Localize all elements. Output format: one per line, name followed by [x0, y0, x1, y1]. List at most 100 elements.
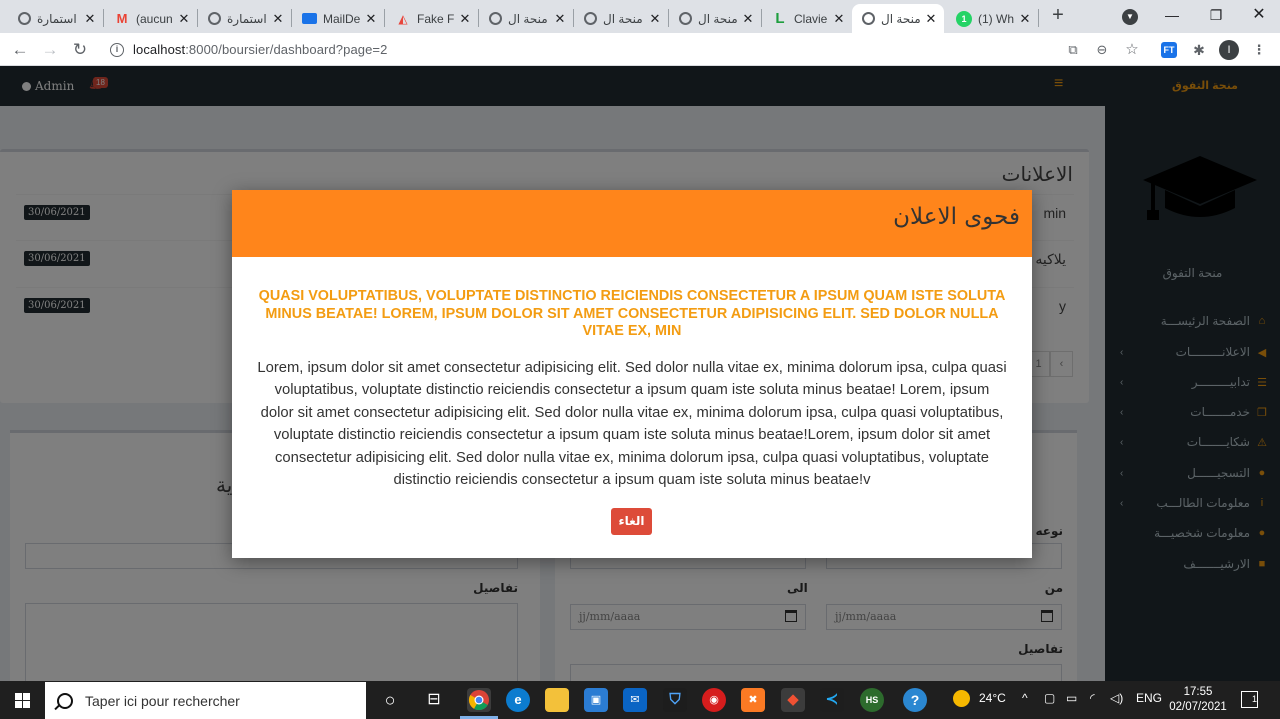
- hs-app-icon[interactable]: HS: [860, 688, 884, 712]
- browser-tab[interactable]: استمارة ✕: [8, 4, 103, 33]
- edge-icon[interactable]: e: [506, 688, 530, 712]
- tab-title: استمارة: [37, 11, 77, 26]
- defender-icon[interactable]: ⛉: [663, 688, 687, 712]
- maximize-button[interactable]: ❐: [1194, 3, 1238, 27]
- close-icon[interactable]: ✕: [832, 11, 846, 27]
- browser-tab[interactable]: منحة ال ✕: [479, 4, 573, 33]
- bookmark-star-icon[interactable]: ☆: [1123, 41, 1141, 59]
- browser-tab[interactable]: استمارة ✕: [198, 4, 291, 33]
- whatsapp-icon: 1: [956, 10, 972, 27]
- back-arrow-icon[interactable]: ←: [8, 38, 32, 62]
- globe-icon: [679, 12, 692, 25]
- close-icon[interactable]: ✕: [83, 11, 97, 27]
- tab-title: منحة ال: [881, 11, 920, 26]
- tab-title: (aucun: [136, 11, 173, 26]
- chrome-icon[interactable]: [467, 688, 491, 712]
- tab-title: منحة ال: [508, 11, 548, 26]
- browser-tab[interactable]: L Clavier ✕: [762, 4, 852, 33]
- weather-temperature[interactable]: 24°C: [979, 691, 1006, 705]
- xampp-icon[interactable]: ✖: [741, 688, 765, 712]
- taskbar: Taper ici pour rechercher ○ ⊟ e ▣ ✉ ⛉ ◉ …: [0, 681, 1280, 719]
- close-icon[interactable]: ✕: [924, 11, 938, 27]
- extensions-puzzle-icon[interactable]: ✱: [1190, 41, 1208, 59]
- announcement-modal: فحوى الاعلان QUASI VOLUPTATIBUS, VOLUPTA…: [232, 190, 1032, 558]
- browser-tab-bar: استمارة ✕ M (aucun ✕ استمارة ✕ MailDe ✕ …: [0, 0, 1280, 33]
- zoom-icon[interactable]: ⊖: [1093, 41, 1111, 59]
- battery-icon[interactable]: ▭: [1066, 691, 1077, 705]
- modal-subtitle: QUASI VOLUPTATIBUS, VOLUPTATE DISTINCTIO…: [258, 288, 1006, 339]
- tab-search-icon[interactable]: ▼: [1122, 9, 1138, 25]
- modal-body-text: Lorem, ipsum dolor sit amet consectetur …: [257, 360, 1007, 489]
- tab-title: استمارة: [227, 11, 267, 26]
- tab-title: منحة ال: [603, 11, 643, 26]
- close-icon[interactable]: ✕: [648, 11, 662, 27]
- cortana-icon[interactable]: ○: [378, 688, 402, 712]
- browser-tab[interactable]: منحة ال ✕: [574, 4, 668, 33]
- notification-center-icon[interactable]: 1: [1241, 691, 1258, 708]
- fake-filler-icon: ◭: [398, 11, 408, 26]
- git-icon[interactable]: ◆: [781, 688, 805, 712]
- search-placeholder: Taper ici pour rechercher: [85, 692, 240, 709]
- language-indicator[interactable]: ENG: [1136, 691, 1162, 705]
- close-window-button[interactable]: ✕: [1237, 3, 1280, 27]
- extension-icon[interactable]: FT: [1161, 42, 1177, 58]
- close-icon[interactable]: ✕: [271, 11, 285, 27]
- windows-start-icon[interactable]: [8, 689, 36, 711]
- menu-dots-icon[interactable]: ⋮: [1250, 41, 1268, 59]
- cancel-button[interactable]: الغاء: [611, 508, 652, 535]
- new-tab-button[interactable]: +: [1047, 5, 1069, 27]
- tab-title: Fake Fi: [417, 11, 454, 26]
- close-icon[interactable]: ✕: [553, 11, 567, 27]
- modal-title: فحوى الاعلان: [893, 204, 1020, 230]
- globe-icon: [18, 12, 31, 25]
- vscode-icon[interactable]: ≺: [820, 688, 844, 712]
- store-icon[interactable]: ▣: [584, 688, 608, 712]
- profile-avatar[interactable]: I: [1219, 40, 1239, 60]
- site-info-icon[interactable]: i: [110, 42, 124, 57]
- globe-icon: [584, 12, 597, 25]
- globe-icon: [862, 12, 875, 25]
- close-icon[interactable]: ✕: [741, 11, 755, 27]
- url-field[interactable]: i localhost:8000/boursier/dashboard?page…: [102, 36, 1149, 63]
- file-explorer-icon[interactable]: [545, 688, 569, 712]
- chevron-up-icon[interactable]: ^: [1022, 691, 1028, 705]
- forward-arrow-icon[interactable]: →: [38, 38, 62, 62]
- browser-tab-active[interactable]: منحة ال ✕: [852, 4, 944, 33]
- close-icon[interactable]: ✕: [177, 11, 191, 27]
- clock-time: 17:55: [1183, 686, 1213, 698]
- page-content: Admin 🔔︎ 18 ≡ منحة التفوق منحة التفوق ⌂ا…: [0, 66, 1280, 681]
- browser-tab[interactable]: ◭ Fake Fi ✕: [385, 4, 478, 33]
- clock[interactable]: 17:55 02/07/2021: [1168, 685, 1228, 715]
- l-icon: L: [775, 10, 785, 27]
- help-icon[interactable]: ?: [903, 688, 927, 712]
- gmail-icon: M: [116, 11, 128, 26]
- meet-now-icon[interactable]: ▢: [1044, 691, 1055, 705]
- tab-title: Clavier: [794, 11, 828, 26]
- taskbar-search-input[interactable]: Taper ici pour rechercher: [45, 682, 366, 719]
- close-icon[interactable]: ✕: [458, 11, 472, 27]
- browser-tab[interactable]: M (aucun ✕: [104, 4, 197, 33]
- browser-tab[interactable]: MailDe ✕: [292, 4, 384, 33]
- url-path: :8000/boursier/dashboard?page=2: [185, 42, 388, 57]
- mail-icon: [302, 13, 317, 24]
- wifi-icon[interactable]: ◜: [1090, 691, 1095, 705]
- minimize-button[interactable]: —: [1150, 3, 1194, 27]
- search-icon: [57, 692, 73, 709]
- mail-icon[interactable]: ✉: [623, 688, 647, 712]
- close-icon[interactable]: ✕: [1018, 11, 1032, 27]
- close-icon[interactable]: ✕: [364, 11, 378, 27]
- reload-icon[interactable]: ↻: [68, 38, 92, 62]
- modal-header: فحوى الاعلان: [232, 190, 1032, 257]
- clock-date: 02/07/2021: [1169, 701, 1227, 713]
- volume-icon[interactable]: ◁): [1110, 691, 1123, 705]
- app-icon[interactable]: ◉: [702, 688, 726, 712]
- task-view-icon[interactable]: ⊟: [422, 688, 446, 712]
- browser-tab[interactable]: منحة ال ✕: [669, 4, 761, 33]
- weather-icon[interactable]: [953, 690, 970, 707]
- browser-tab[interactable]: 1 (1) Wh ✕: [946, 4, 1038, 33]
- address-bar: ← → ↻ i localhost:8000/boursier/dashboar…: [0, 33, 1280, 66]
- url-host: localhost: [133, 42, 186, 57]
- translate-icon[interactable]: ⧉: [1064, 41, 1082, 59]
- url-text: localhost:8000/boursier/dashboard?page=2: [133, 42, 387, 57]
- tab-title: (1) Wh: [978, 11, 1014, 26]
